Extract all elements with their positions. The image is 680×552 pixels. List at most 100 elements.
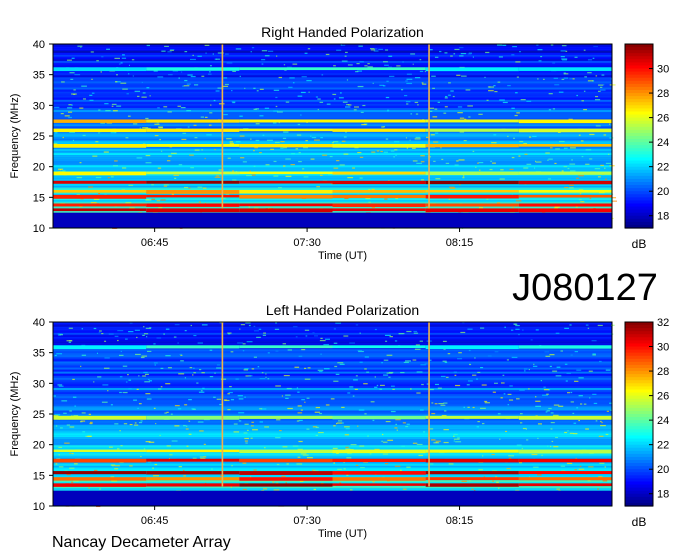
noise-speckle bbox=[246, 174, 252, 177]
noise-speckle bbox=[295, 336, 298, 338]
noise-speckle bbox=[518, 155, 521, 157]
noise-speckle bbox=[55, 425, 58, 427]
noise-speckle bbox=[114, 468, 119, 470]
noise-speckle bbox=[547, 178, 551, 180]
noise-speckle bbox=[583, 90, 586, 92]
noise-speckle bbox=[443, 429, 449, 431]
noise-speckle bbox=[361, 123, 367, 126]
noise-speckle bbox=[145, 199, 152, 201]
noise-speckle bbox=[567, 167, 570, 170]
noise-speckle bbox=[513, 137, 515, 139]
noise-speckle bbox=[352, 167, 356, 169]
noise-speckle bbox=[452, 95, 455, 98]
noise-speckle bbox=[367, 435, 369, 437]
noise-speckle bbox=[370, 401, 375, 403]
noise-speckle bbox=[368, 201, 371, 203]
noise-speckle bbox=[80, 46, 82, 48]
noise-speckle bbox=[98, 132, 100, 134]
noise-speckle bbox=[561, 78, 565, 81]
noise-speckle bbox=[72, 378, 75, 381]
noise-speckle bbox=[516, 398, 520, 400]
noise-speckle bbox=[298, 152, 301, 154]
noise-speckle bbox=[453, 438, 460, 440]
noise-speckle bbox=[498, 487, 500, 489]
noise-speckle bbox=[250, 425, 254, 427]
noise-speckle bbox=[97, 376, 102, 378]
noise-speckle bbox=[74, 405, 77, 407]
noise-speckle bbox=[367, 66, 373, 68]
noise-speckle bbox=[340, 44, 342, 46]
noise-speckle bbox=[155, 422, 157, 425]
x-tick-label: 08:15 bbox=[446, 515, 474, 527]
rfi-line bbox=[53, 483, 147, 487]
noise-speckle bbox=[574, 469, 577, 471]
noise-speckle bbox=[250, 51, 253, 53]
noise-speckle bbox=[588, 466, 594, 468]
noise-speckle bbox=[553, 404, 560, 406]
noise-speckle bbox=[333, 462, 335, 464]
noise-speckle bbox=[307, 48, 311, 50]
noise-speckle bbox=[223, 77, 228, 79]
noise-speckle bbox=[230, 486, 232, 488]
noise-speckle bbox=[259, 115, 264, 117]
noise-speckle bbox=[318, 431, 324, 434]
noise-speckle bbox=[565, 50, 568, 52]
noise-speckle bbox=[405, 137, 408, 139]
noise-speckle bbox=[344, 426, 350, 428]
noise-speckle bbox=[281, 395, 283, 397]
noise-speckle bbox=[353, 109, 357, 111]
noise-speckle bbox=[434, 132, 439, 134]
noise-speckle bbox=[144, 381, 150, 383]
noise-speckle bbox=[347, 392, 351, 394]
noise-speckle bbox=[336, 422, 343, 424]
noise-speckle bbox=[548, 93, 553, 95]
noise-speckle bbox=[232, 70, 236, 73]
rfi-line bbox=[425, 415, 519, 419]
noise-speckle bbox=[143, 326, 145, 328]
noise-speckle bbox=[467, 105, 473, 107]
noise-speckle bbox=[119, 430, 121, 432]
noise-speckle bbox=[395, 423, 398, 426]
rfi-line bbox=[518, 449, 612, 454]
rfi-line bbox=[425, 144, 519, 148]
noise-speckle bbox=[485, 51, 490, 54]
noise-speckle bbox=[180, 360, 184, 362]
noise-speckle bbox=[282, 165, 286, 167]
noise-speckle bbox=[508, 455, 515, 457]
noise-speckle bbox=[511, 107, 515, 109]
noise-speckle bbox=[481, 422, 485, 425]
noise-speckle bbox=[129, 465, 133, 467]
noise-speckle bbox=[71, 481, 74, 483]
x-axis-label: Time (UT) bbox=[318, 528, 367, 540]
noise-speckle bbox=[301, 348, 306, 351]
noise-speckle bbox=[419, 340, 423, 342]
noise-speckle bbox=[60, 113, 64, 115]
noise-speckle bbox=[191, 408, 195, 410]
noise-speckle bbox=[315, 96, 319, 98]
noise-speckle bbox=[552, 370, 558, 372]
dynamic-spectrum-figure: J080127 Nancay Decameter Array Right Han… bbox=[9, 24, 669, 551]
noise-speckle bbox=[272, 122, 277, 124]
noise-speckle bbox=[300, 91, 306, 94]
noise-speckle bbox=[81, 85, 87, 87]
noise-speckle bbox=[461, 480, 467, 482]
noise-speckle bbox=[237, 342, 244, 344]
noise-speckle bbox=[310, 158, 315, 160]
noise-speckle bbox=[58, 466, 64, 468]
noise-speckle bbox=[339, 92, 342, 94]
noise-speckle bbox=[487, 355, 492, 357]
noise-speckle bbox=[396, 65, 401, 67]
noise-speckle bbox=[189, 58, 196, 61]
noise-speckle bbox=[372, 481, 375, 483]
noise-speckle bbox=[444, 106, 448, 108]
rfi-line bbox=[53, 477, 147, 481]
rfi-line bbox=[518, 67, 612, 71]
noise-speckle bbox=[366, 371, 370, 373]
noise-speckle bbox=[398, 332, 405, 335]
noise-speckle bbox=[229, 142, 235, 145]
noise-speckle bbox=[120, 445, 123, 447]
noise-speckle bbox=[359, 156, 364, 158]
noise-speckle bbox=[601, 74, 605, 76]
noise-speckle bbox=[213, 396, 216, 398]
noise-speckle bbox=[266, 139, 273, 141]
